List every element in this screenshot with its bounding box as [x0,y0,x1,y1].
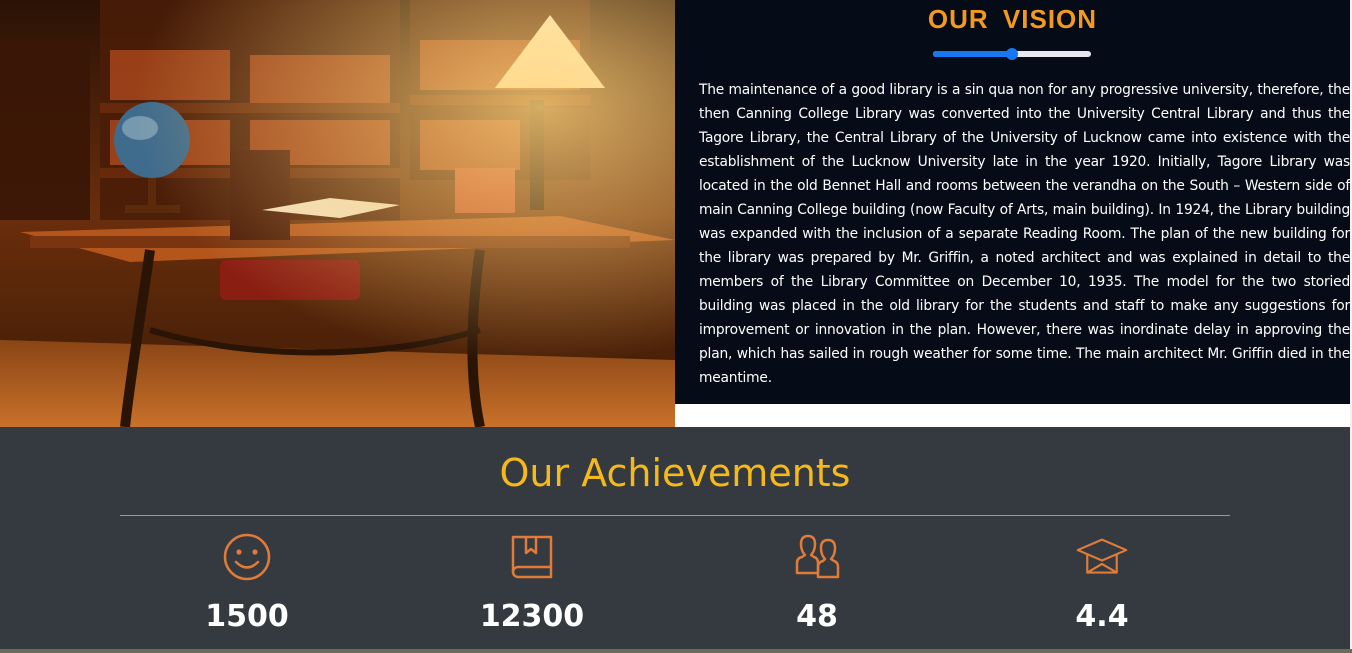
smiley-icon [223,533,271,581]
stat-card: 12300 [432,531,632,634]
vision-slider[interactable] [933,48,1091,60]
vision-section: OUR VISION The maintenance of a good lib… [0,0,1352,427]
users-icon [795,534,840,579]
section-gap [675,404,1350,427]
stat-value: 12300 [479,599,585,634]
stat-value: 48 [796,599,838,634]
stat-card: 4.4 [1002,531,1202,634]
stat-card: 48 [717,531,917,634]
stat-value: 1500 [205,599,289,634]
book-icon [511,535,553,579]
slider-thumb[interactable] [1006,48,1018,60]
vision-title: OUR VISION [927,4,1098,34]
vision-paragraph: The maintenance of a good library is a s… [699,82,1350,386]
achievements-section: Our Achievements 1500 12300 48 4.4 [0,427,1350,653]
vision-panel: OUR VISION The maintenance of a good lib… [675,0,1350,404]
stat-value: 4.4 [1075,599,1129,634]
bottom-edge [0,649,1352,653]
title-divider [120,515,1230,516]
slider-fill [933,51,1012,57]
library-photo [0,0,675,427]
stat-card: 1500 [147,531,347,634]
graduation-cap-icon [1076,538,1128,574]
achievements-title: Our Achievements [499,451,851,495]
